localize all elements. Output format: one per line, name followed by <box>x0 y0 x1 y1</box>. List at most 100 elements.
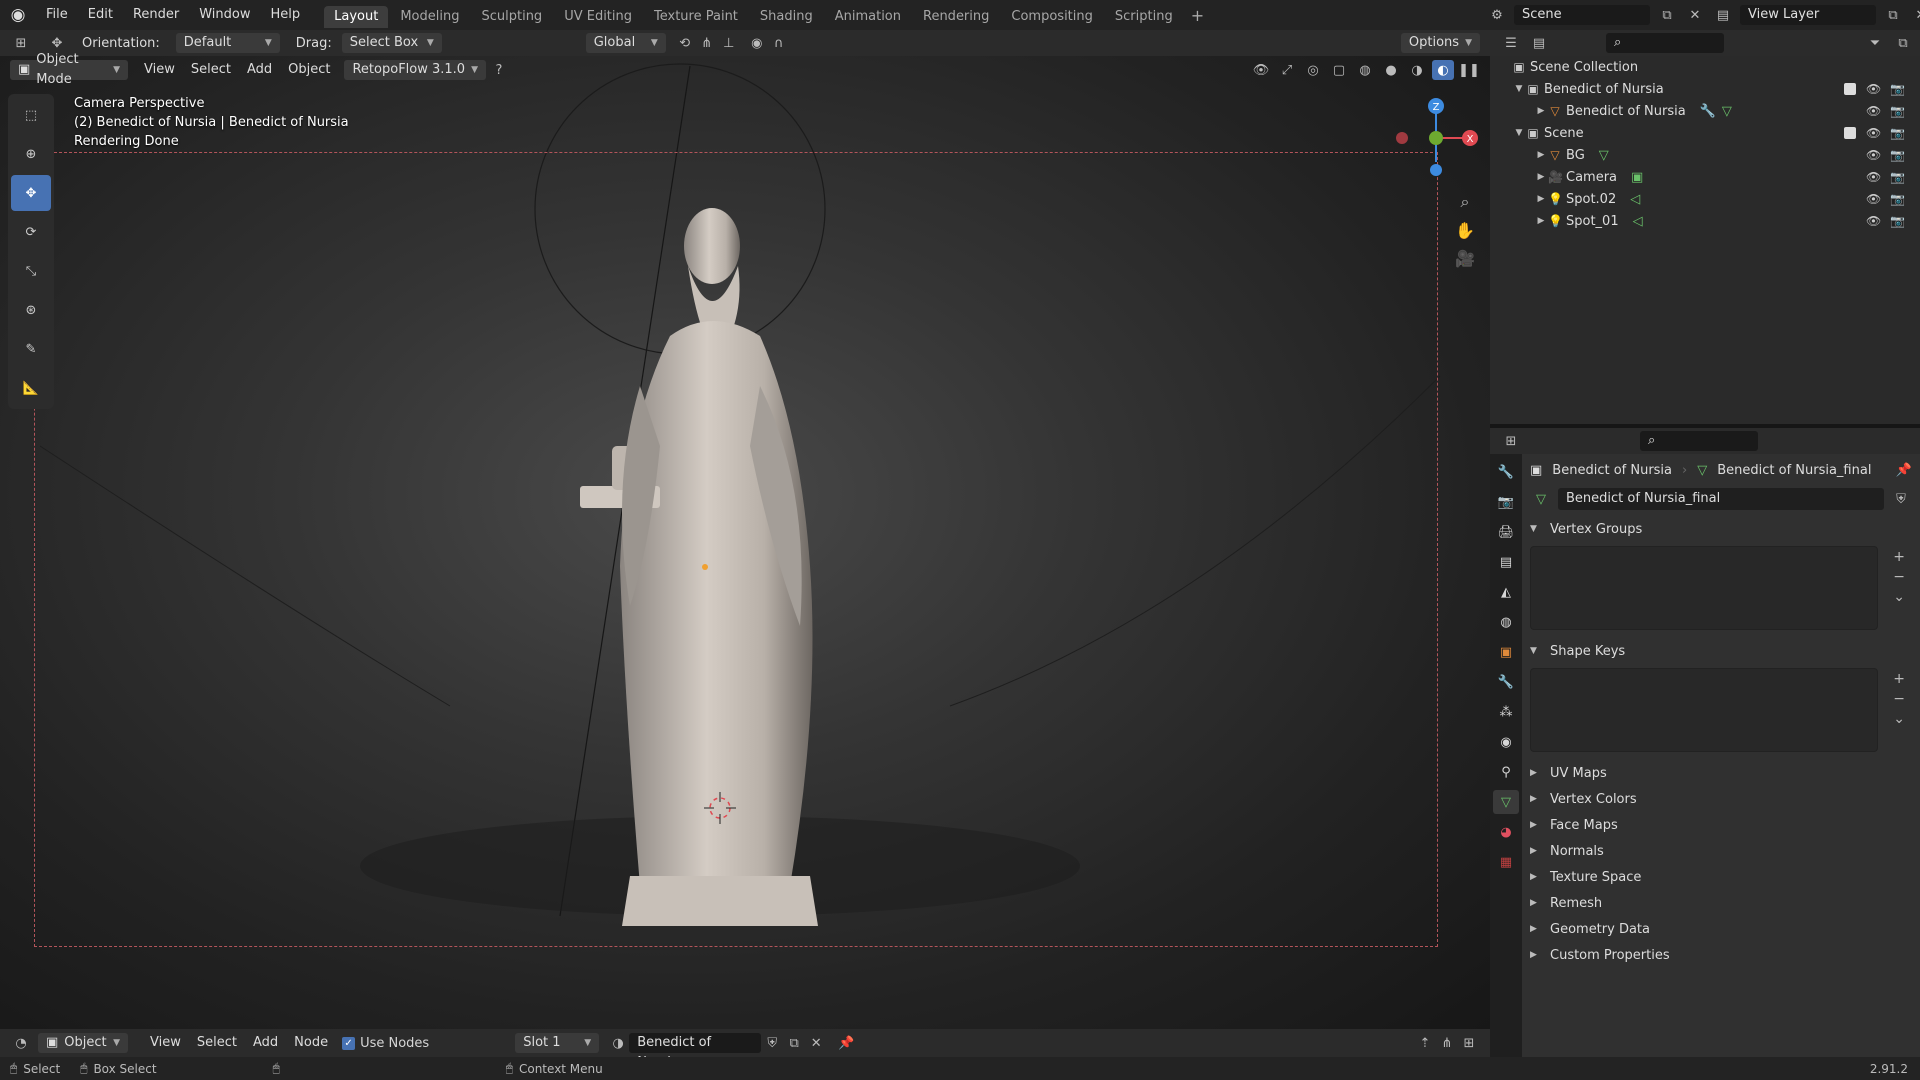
new-scene-icon[interactable]: ⧉ <box>1656 5 1678 25</box>
eye-icon[interactable]: 👁 <box>1866 170 1881 184</box>
visibility-icon[interactable]: 👁 <box>1250 60 1272 80</box>
new-view-layer-icon[interactable]: ⧉ <box>1882 5 1904 25</box>
properties-editor-icon[interactable]: ⊞ <box>1500 431 1522 451</box>
section-geometry-data[interactable]: ▶ Geometry Data <box>1530 916 1912 942</box>
delete-view-layer-icon[interactable]: ✕ <box>1910 5 1920 25</box>
tab-texture-paint[interactable]: Texture Paint <box>644 6 748 28</box>
tool-tab-icon[interactable]: 🔧 <box>1493 460 1519 484</box>
physics-tab-icon[interactable]: ◉ <box>1493 730 1519 754</box>
new-collection-icon[interactable]: ⧉ <box>1892 33 1914 53</box>
material-name-field[interactable]: Benedict of Nursia <box>629 1033 762 1070</box>
pin-icon[interactable]: 📌 <box>1896 463 1912 478</box>
particles-tab-icon[interactable]: ⁂ <box>1493 700 1519 724</box>
scene-icon[interactable]: ⚙ <box>1486 5 1508 25</box>
pivot-point-icon[interactable]: ⟲ <box>674 33 696 53</box>
view-layer-field[interactable]: View Layer <box>1740 5 1876 25</box>
rendered-shading-icon[interactable]: ◐ <box>1432 60 1454 80</box>
material-shading-icon[interactable]: ◑ <box>1406 60 1428 80</box>
include-checkbox[interactable] <box>1844 83 1856 95</box>
scene-tab-icon[interactable]: ◭ <box>1493 580 1519 604</box>
delete-scene-icon[interactable]: ✕ <box>1684 5 1706 25</box>
render-toggle-icon[interactable]: 📷 <box>1890 214 1905 228</box>
render-toggle-icon[interactable]: 📷 <box>1890 82 1905 96</box>
falloff-icon[interactable]: ∩ <box>768 33 790 53</box>
editor-type-icon[interactable]: ⊞ <box>10 33 32 53</box>
transform-tool-icon[interactable]: ⊛ <box>11 292 51 328</box>
section-remesh[interactable]: ▶ Remesh <box>1530 890 1912 916</box>
annotate-tool-icon[interactable]: ✎ <box>11 331 51 367</box>
help-icon[interactable]: ? <box>488 60 510 80</box>
wireframe-shading-icon[interactable]: ◍ <box>1354 60 1376 80</box>
scale-tool-icon[interactable]: ⤡ <box>11 253 51 289</box>
outliner-row[interactable]: ▼ ▣ Benedict of Nursia 👁 📷 <box>1490 78 1920 100</box>
snap-icon[interactable]: ⋔ <box>696 33 718 53</box>
pin-icon[interactable]: 📌 <box>835 1033 857 1053</box>
render-tab-icon[interactable]: 📷 <box>1493 490 1519 514</box>
remove-vertex-group-icon[interactable]: − <box>1893 569 1905 585</box>
filter-icon[interactable]: ⏷ <box>1864 33 1886 53</box>
tab-modeling[interactable]: Modeling <box>390 6 469 28</box>
gizmo-toggle-icon[interactable]: ⤢ <box>1276 60 1298 80</box>
vertex-group-menu-icon[interactable]: ⌄ <box>1893 589 1905 605</box>
tab-shading[interactable]: Shading <box>750 6 823 28</box>
section-normals[interactable]: ▶ Normals <box>1530 838 1912 864</box>
expand-arrow-icon[interactable]: ▶ <box>1534 172 1548 182</box>
tab-sculpting[interactable]: Sculpting <box>471 6 552 28</box>
menu-add[interactable]: Add <box>239 60 280 80</box>
tab-rendering[interactable]: Rendering <box>913 6 999 28</box>
outliner-row[interactable]: ▶ ▽ BG ▽ 👁 📷 <box>1490 144 1920 166</box>
tab-uv-editing[interactable]: UV Editing <box>554 6 642 28</box>
snap-icon[interactable]: ⋔ <box>1436 1033 1458 1053</box>
tab-animation[interactable]: Animation <box>825 6 911 28</box>
outliner-editor-icon[interactable]: ☰ <box>1500 33 1522 53</box>
duplicate-material-icon[interactable]: ⧉ <box>783 1033 805 1053</box>
expand-arrow-icon[interactable]: ▶ <box>1534 150 1548 160</box>
orientation-dropdown[interactable]: Default ▼ <box>175 33 280 53</box>
editor-type-icon[interactable]: ◔ <box>10 1033 32 1053</box>
snap-mode-icon[interactable]: ⊞ <box>1458 1033 1480 1053</box>
mesh-datablock-name-field[interactable]: Benedict of Nursia_final <box>1558 488 1884 510</box>
pan-hand-icon[interactable]: ✋ <box>1454 220 1476 240</box>
fake-user-shield-icon[interactable]: ⛨ <box>761 1033 783 1053</box>
outliner-search-input[interactable]: ⌕ <box>1606 33 1724 53</box>
mesh-browse-icon[interactable]: ▽ <box>1530 489 1552 509</box>
outliner-row[interactable]: ▶ 💡 Spot_01 ◁ 👁 📷 <box>1490 210 1920 232</box>
menu-select[interactable]: Select <box>189 1033 245 1053</box>
camera-view-icon[interactable]: 🎥 <box>1454 248 1476 268</box>
parent-node-tree-icon[interactable]: ⇡ <box>1414 1033 1436 1053</box>
include-checkbox[interactable] <box>1844 127 1856 139</box>
section-shape-keys[interactable]: ▼ Shape Keys <box>1530 638 1912 664</box>
fake-user-shield-icon[interactable]: ⛨ <box>1890 489 1912 509</box>
outliner-row[interactable]: ▼ ▣ Scene 👁 📷 <box>1490 122 1920 144</box>
texture-tab-icon[interactable]: ▦ <box>1493 850 1519 874</box>
section-vertex-groups[interactable]: ▼ Vertex Groups <box>1530 516 1912 542</box>
material-slot-dropdown[interactable]: Slot 1 ▼ <box>515 1033 600 1053</box>
menu-object[interactable]: Object <box>280 60 338 80</box>
shape-keys-list[interactable]: + − ⌄ <box>1530 668 1905 752</box>
tab-scripting[interactable]: Scripting <box>1105 6 1183 28</box>
menu-node[interactable]: Node <box>286 1033 336 1053</box>
view-layer-icon[interactable]: ▤ <box>1712 5 1734 25</box>
render-toggle-icon[interactable]: 📷 <box>1890 192 1905 206</box>
eye-icon[interactable]: 👁 <box>1866 104 1881 118</box>
vertex-groups-list[interactable]: + − ⌄ <box>1530 546 1905 630</box>
mesh-data-tab-icon[interactable]: ▽ <box>1493 790 1519 814</box>
display-mode-icon[interactable]: ▤ <box>1528 33 1550 53</box>
tab-layout[interactable]: Layout <box>324 6 389 28</box>
xray-icon[interactable]: ▢ <box>1328 60 1350 80</box>
transform-orientation-dropdown[interactable]: Global ▼ <box>585 33 666 53</box>
navigation-gizmo[interactable]: Z X <box>1380 92 1490 202</box>
outliner-row[interactable]: ▶ 🎥 Camera ▣ 👁 📷 <box>1490 166 1920 188</box>
menu-select[interactable]: Select <box>183 60 239 80</box>
move-tool-button-icon[interactable]: ✥ <box>11 175 51 211</box>
snap-target-icon[interactable]: ⊥ <box>718 33 740 53</box>
cursor-tool-icon[interactable]: ⊕ <box>11 136 51 172</box>
mode-dropdown[interactable]: ▣ Object Mode ▼ <box>10 52 128 87</box>
add-workspace-icon[interactable]: + <box>1191 6 1204 25</box>
shader-type-dropdown[interactable]: ▣ Object ▼ <box>38 1033 128 1053</box>
expand-arrow-icon[interactable]: ▼ <box>1512 128 1526 138</box>
add-vertex-group-icon[interactable]: + <box>1893 549 1905 565</box>
properties-search-input[interactable]: ⌕ <box>1640 431 1758 451</box>
eye-icon[interactable]: 👁 <box>1866 82 1881 96</box>
menu-add[interactable]: Add <box>245 1033 286 1053</box>
